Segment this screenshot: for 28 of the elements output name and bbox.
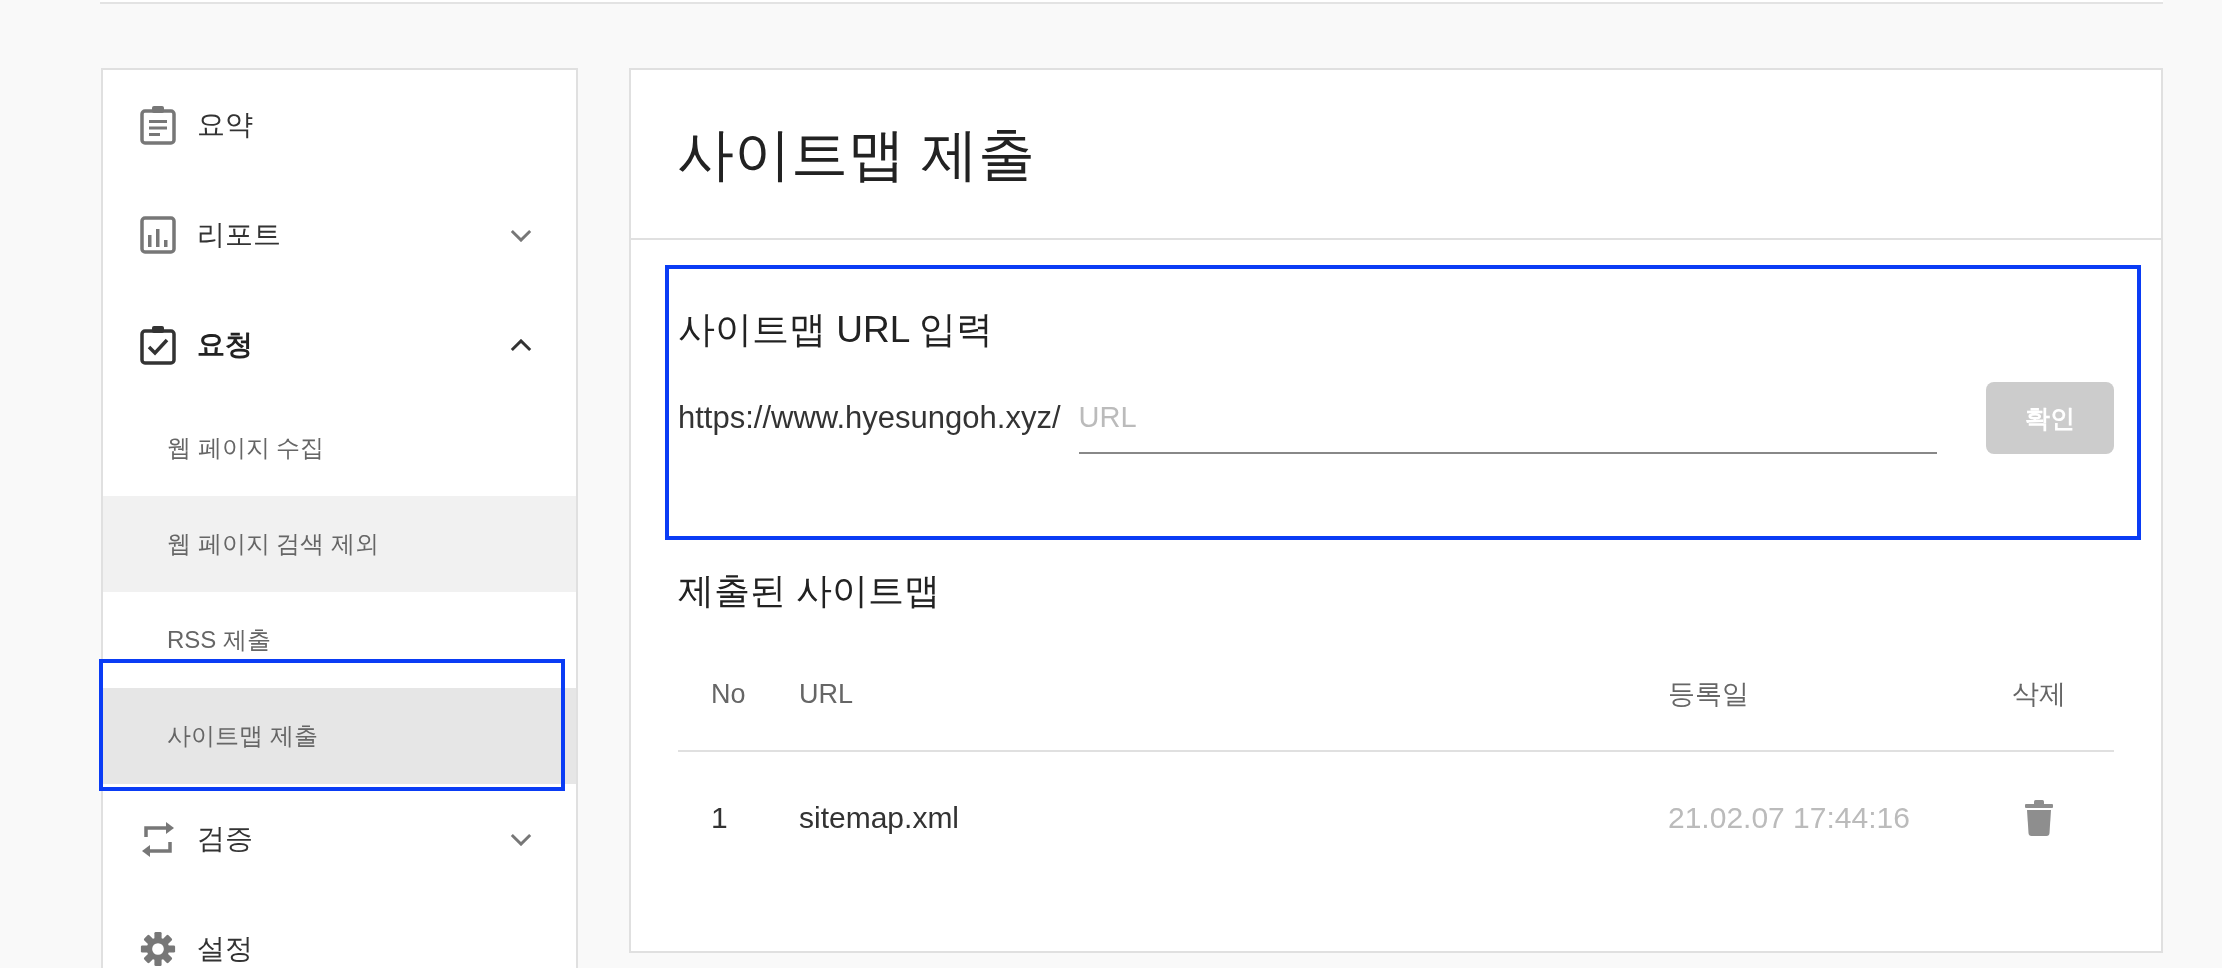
- table-cell-text: 1: [710, 800, 729, 836]
- sidebar-item[interactable]: 요약: [103, 70, 576, 180]
- chevron-down-icon[interactable]: [510, 832, 532, 846]
- sidebar-subitem[interactable]: 웹 페이지 검색 제외: [103, 496, 576, 592]
- sidebar-item[interactable]: 검증: [103, 784, 576, 894]
- trash-icon[interactable]: [2025, 800, 2053, 836]
- sidebar-item[interactable]: 설정: [103, 894, 576, 968]
- page-title: 사이트맵 제출: [677, 120, 1035, 188]
- url-prefix: https://www.hyesungoh.xyz/: [678, 400, 1061, 436]
- sidebar-item[interactable]: 요청: [103, 290, 576, 400]
- clipboard-check-icon: [140, 325, 176, 365]
- table-cell-text: 21.02.07 17:44:16: [1668, 800, 1911, 836]
- column-header: 삭제: [2011, 678, 2067, 711]
- sidebar-item[interactable]: 리포트: [103, 180, 576, 290]
- section-title: 사이트맵 URL 입력: [678, 308, 995, 352]
- gear-icon: [140, 929, 176, 968]
- bar-chart-icon: [140, 215, 176, 255]
- url-input[interactable]: URL: [1078, 382, 1937, 454]
- column-header: No: [710, 677, 747, 711]
- table-cell-text: sitemap.xml: [799, 800, 961, 836]
- column-header: 등록일: [1668, 678, 1750, 711]
- section-title: 제출된 사이트맵: [678, 569, 941, 613]
- column-header: URL: [799, 677, 854, 711]
- clipboard-icon: [140, 105, 176, 145]
- repeat-icon: [140, 819, 176, 859]
- chevron-down-icon[interactable]: [510, 228, 532, 242]
- chevron-up-icon[interactable]: [510, 338, 532, 352]
- sidebar-subitem[interactable]: 사이트맵 제출: [103, 688, 576, 784]
